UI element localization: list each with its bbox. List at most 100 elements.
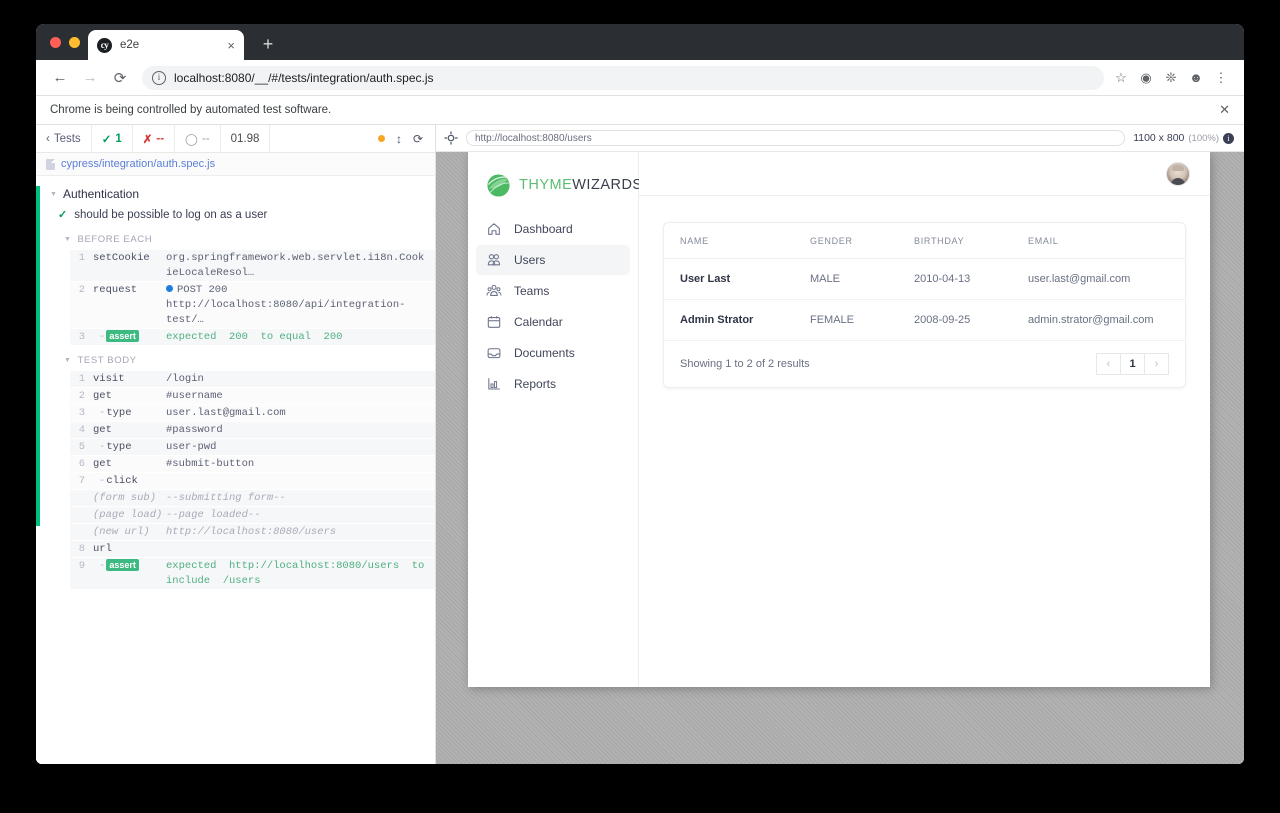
command-row[interactable]: 8 url [70, 541, 435, 558]
sidebar-item-users[interactable]: Users [476, 245, 630, 275]
command-row[interactable]: 1 visit /login [70, 371, 435, 388]
app-preview-pane: http://localhost:8080/users 1100 x 800 (… [436, 125, 1244, 764]
command-row[interactable]: 2 request POST 200 http://localhost:8080… [70, 282, 435, 329]
app-main: NAME GENDER BIRTHDAY EMAIL User Last MAL… [639, 152, 1210, 687]
browser-tabstrip: cy e2e × + [36, 24, 1244, 60]
test-title[interactable]: ✓ should be possible to log on as a user [36, 204, 435, 225]
chrome-menu-icon[interactable]: ⋮ [1210, 67, 1232, 89]
chevron-down-icon: ▼ [64, 357, 72, 364]
command-row[interactable]: 3 -type user.last@gmail.com [70, 405, 435, 422]
table-row[interactable]: Admin Strator FEMALE 2008-09-25 admin.st… [664, 299, 1185, 341]
forward-icon: → [82, 69, 98, 86]
results-summary: Showing 1 to 2 of 2 results [680, 358, 810, 370]
cell-name: Admin Strator [664, 299, 810, 341]
file-icon [46, 158, 55, 170]
command-row[interactable]: (form sub) --submitting form-- [70, 490, 435, 507]
command-row[interactable]: 6 get #submit-button [70, 456, 435, 473]
cell-email: admin.strator@gmail.com [1028, 299, 1185, 341]
command-number: 1 [78, 251, 85, 264]
suite-title[interactable]: ▼ Authentication [36, 184, 435, 204]
hook-label[interactable]: ▼ TEST BODY [64, 352, 435, 369]
command-number: 3 [78, 406, 85, 419]
close-icon[interactable]: ✕ [1219, 102, 1230, 118]
command-name: get [93, 389, 112, 402]
sidebar-item-documents[interactable]: Documents [476, 338, 630, 368]
command-name: (form sub) [93, 491, 157, 504]
sidebar-item-teams[interactable]: Teams [476, 276, 630, 306]
assert-badge: assert [106, 558, 139, 571]
failed-stat: ✗ -- [133, 125, 176, 152]
viewport-scale: (100%) [1188, 133, 1219, 144]
info-icon[interactable]: i [1223, 132, 1234, 144]
passed-test-rail [36, 186, 40, 526]
browser-window: cy e2e × + ← → ⟳ i localhost:8080/__/#/t… [36, 24, 1244, 764]
sidebar-item-label: Teams [514, 284, 550, 298]
sidebar-item-dashboard[interactable]: Dashboard [476, 214, 630, 244]
command-number: 6 [78, 457, 85, 470]
avatar[interactable] [1166, 161, 1190, 186]
command-message: #submit-button [166, 457, 255, 470]
command-row[interactable]: 9 - assert expected http://localhost:8080… [70, 558, 435, 590]
passed-count: 1 [115, 132, 122, 145]
new-tab-button[interactable]: + [258, 35, 278, 55]
selector-playground-icon[interactable] [444, 131, 458, 145]
prev-page-button[interactable]: ‹ [1096, 353, 1121, 375]
sidebar-item-reports[interactable]: Reports [476, 369, 630, 399]
profile-icon[interactable]: ☻ [1185, 67, 1207, 89]
close-window-button[interactable] [50, 37, 61, 48]
hook-label-text: TEST BODY [77, 355, 137, 366]
minimize-window-button[interactable] [69, 37, 80, 48]
command-row[interactable]: 4 get #password [70, 422, 435, 439]
spec-path-bar[interactable]: cypress/integration/auth.spec.js [36, 153, 435, 176]
bookmark-star-icon[interactable]: ☆ [1110, 67, 1132, 89]
close-icon[interactable]: × [227, 39, 235, 52]
command-message: expected 200 to equal 200 [166, 330, 343, 343]
browser-tab[interactable]: cy e2e × [88, 30, 244, 60]
command-name: (new url) [93, 525, 150, 538]
sidebar-item-calendar[interactable]: Calendar [476, 307, 630, 337]
address-bar[interactable]: i localhost:8080/__/#/tests/integration/… [142, 65, 1104, 90]
command-name: get [93, 423, 112, 436]
failed-count: -- [156, 132, 165, 145]
app-topbar [639, 152, 1210, 196]
command-number: 8 [78, 542, 85, 555]
extensions-puzzle-icon[interactable]: ❊ [1160, 67, 1182, 89]
table-row[interactable]: User Last MALE 2010-04-13 user.last@gmai… [664, 258, 1185, 300]
teams-icon [486, 283, 502, 299]
preview-header: http://localhost:8080/users 1100 x 800 (… [436, 125, 1244, 152]
command-number: 2 [78, 389, 85, 402]
reporter-header: ‹ Tests ✓ 1 ✗ -- ◯ -- 01.98 ↕ ⟳ [36, 125, 435, 153]
restart-icon[interactable]: ⟳ [413, 132, 423, 146]
site-info-icon[interactable]: i [152, 70, 166, 85]
cell-gender: FEMALE [810, 299, 914, 341]
cell-birthday: 2008-09-25 [914, 299, 1028, 341]
app-sidebar: THYMEWIZARDS Dashboard Users Teams Calen… [468, 152, 642, 687]
extension-cypress-icon[interactable]: ◉ [1135, 67, 1157, 89]
back-to-tests-button[interactable]: ‹ Tests [36, 125, 92, 152]
reload-icon[interactable]: ⟳ [108, 66, 132, 90]
check-icon: ✓ [101, 133, 112, 146]
automation-infobar-message: Chrome is being controlled by automated … [50, 104, 332, 116]
hook-test-body: ▼ TEST BODY 1 visit /login 2 get #userna… [64, 352, 435, 590]
hook-before-each: ▼ BEFORE EACH 1 setCookie org.springfram… [64, 231, 435, 346]
next-page-button[interactable]: › [1144, 353, 1169, 375]
tab-title: e2e [120, 39, 140, 51]
command-row[interactable]: (new url) http://localhost:8080/users [70, 524, 435, 541]
command-row[interactable]: 2 get #username [70, 388, 435, 405]
back-icon[interactable]: ← [48, 66, 72, 90]
toolbar-icon-group: ☆ ◉ ❊ ☻ ⋮ [1110, 67, 1232, 89]
page-number-button[interactable]: 1 [1120, 353, 1145, 375]
command-row[interactable]: 3 - assert expected 200 to equal 200 [70, 329, 435, 346]
app-brand[interactable]: THYMEWIZARDS [468, 152, 642, 202]
command-row[interactable]: 7 -click [70, 473, 435, 490]
resize-handle-icon[interactable]: ↕ [396, 132, 402, 146]
table-footer: Showing 1 to 2 of 2 results ‹ 1 › [664, 341, 1185, 387]
hook-label[interactable]: ▼ BEFORE EACH [64, 231, 435, 248]
command-number: 2 [78, 283, 85, 296]
preview-url-field[interactable]: http://localhost:8080/users [466, 130, 1126, 146]
command-row[interactable]: 5 -type user-pwd [70, 439, 435, 456]
chevron-left-icon: ‹ [46, 132, 50, 145]
command-row[interactable]: (page load) --page loaded-- [70, 507, 435, 524]
command-name: -click [99, 474, 138, 487]
command-row[interactable]: 1 setCookie org.springframework.web.serv… [70, 250, 435, 282]
